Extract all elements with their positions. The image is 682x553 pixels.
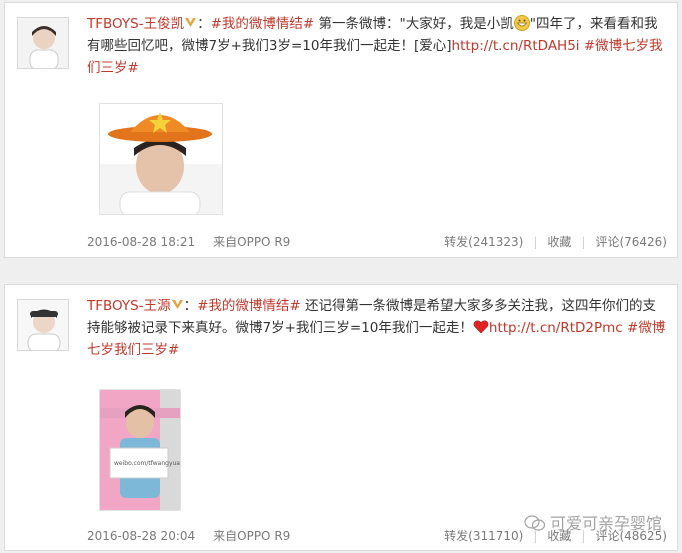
source-text: 来自OPPO R9 (213, 235, 291, 249)
post-text: TFBOYS-王俊凯 ：#我的微博情结# 第一条微博："大家好，我是小凯 "四年了，… (87, 15, 663, 76)
watermark-text: 可爱可亲孕婴馆 (549, 514, 662, 533)
grinning-emoji-icon (513, 15, 530, 31)
hashtag-link[interactable]: #我的微博情结# (197, 298, 301, 314)
verified-badge-icon (171, 300, 183, 309)
divider: | (533, 235, 538, 249)
timestamp-link[interactable]: 2016-08-28 20:04 (87, 529, 195, 543)
post-meta: 2016-08-28 20:04 来自OPPO R9 (87, 527, 308, 544)
user-avatar[interactable] (17, 299, 69, 351)
weibo-post-1: TFBOYS-王俊凯 ：#我的微博情结# 第一条微博："大家好，我是小凯 "四年了，… (4, 2, 678, 258)
comment-button[interactable]: 评论(76426) (595, 235, 667, 249)
post-photo[interactable]: weibo.com/tfwangyuan (99, 389, 181, 511)
post-body-a: 第一条微博："大家好，我是小凯 (314, 16, 514, 32)
repost-button[interactable]: 转发(311710) (444, 529, 523, 543)
post-actions: 转发(241323) | 收藏 | 评论(76426) (444, 233, 667, 250)
post-photo[interactable] (99, 103, 223, 215)
wechat-icon (524, 515, 546, 531)
heart-emoji-icon (473, 320, 489, 334)
hashtag-link[interactable]: #我的微博情结# (211, 16, 315, 32)
short-link[interactable]: http://t.cn/RtD2Pmc (489, 320, 623, 336)
favorite-button[interactable]: 收藏 (547, 235, 571, 249)
watermark: 可爱可亲孕婴馆 (524, 510, 662, 534)
repost-button[interactable]: 转发(241323) (444, 235, 523, 249)
divider: | (581, 235, 586, 249)
svg-text:weibo.com/tfwangyuan: weibo.com/tfwangyuan (114, 460, 181, 467)
verified-badge-icon (185, 18, 197, 27)
user-avatar[interactable] (17, 17, 69, 69)
username-link[interactable]: TFBOYS-王俊凯 (87, 16, 184, 32)
post-text: TFBOYS-王源 ：#我的微博情结# 还记得第一条微博是希望大家多多关注我，这四… (87, 298, 666, 358)
post-meta: 2016-08-28 18:21 来自OPPO R9 (87, 233, 308, 250)
username-link[interactable]: TFBOYS-王源 (87, 298, 171, 314)
short-link[interactable]: http://t.cn/RtDAH5i (452, 38, 580, 54)
source-text: 来自OPPO R9 (213, 529, 291, 543)
timestamp-link[interactable]: 2016-08-28 18:21 (87, 235, 195, 249)
